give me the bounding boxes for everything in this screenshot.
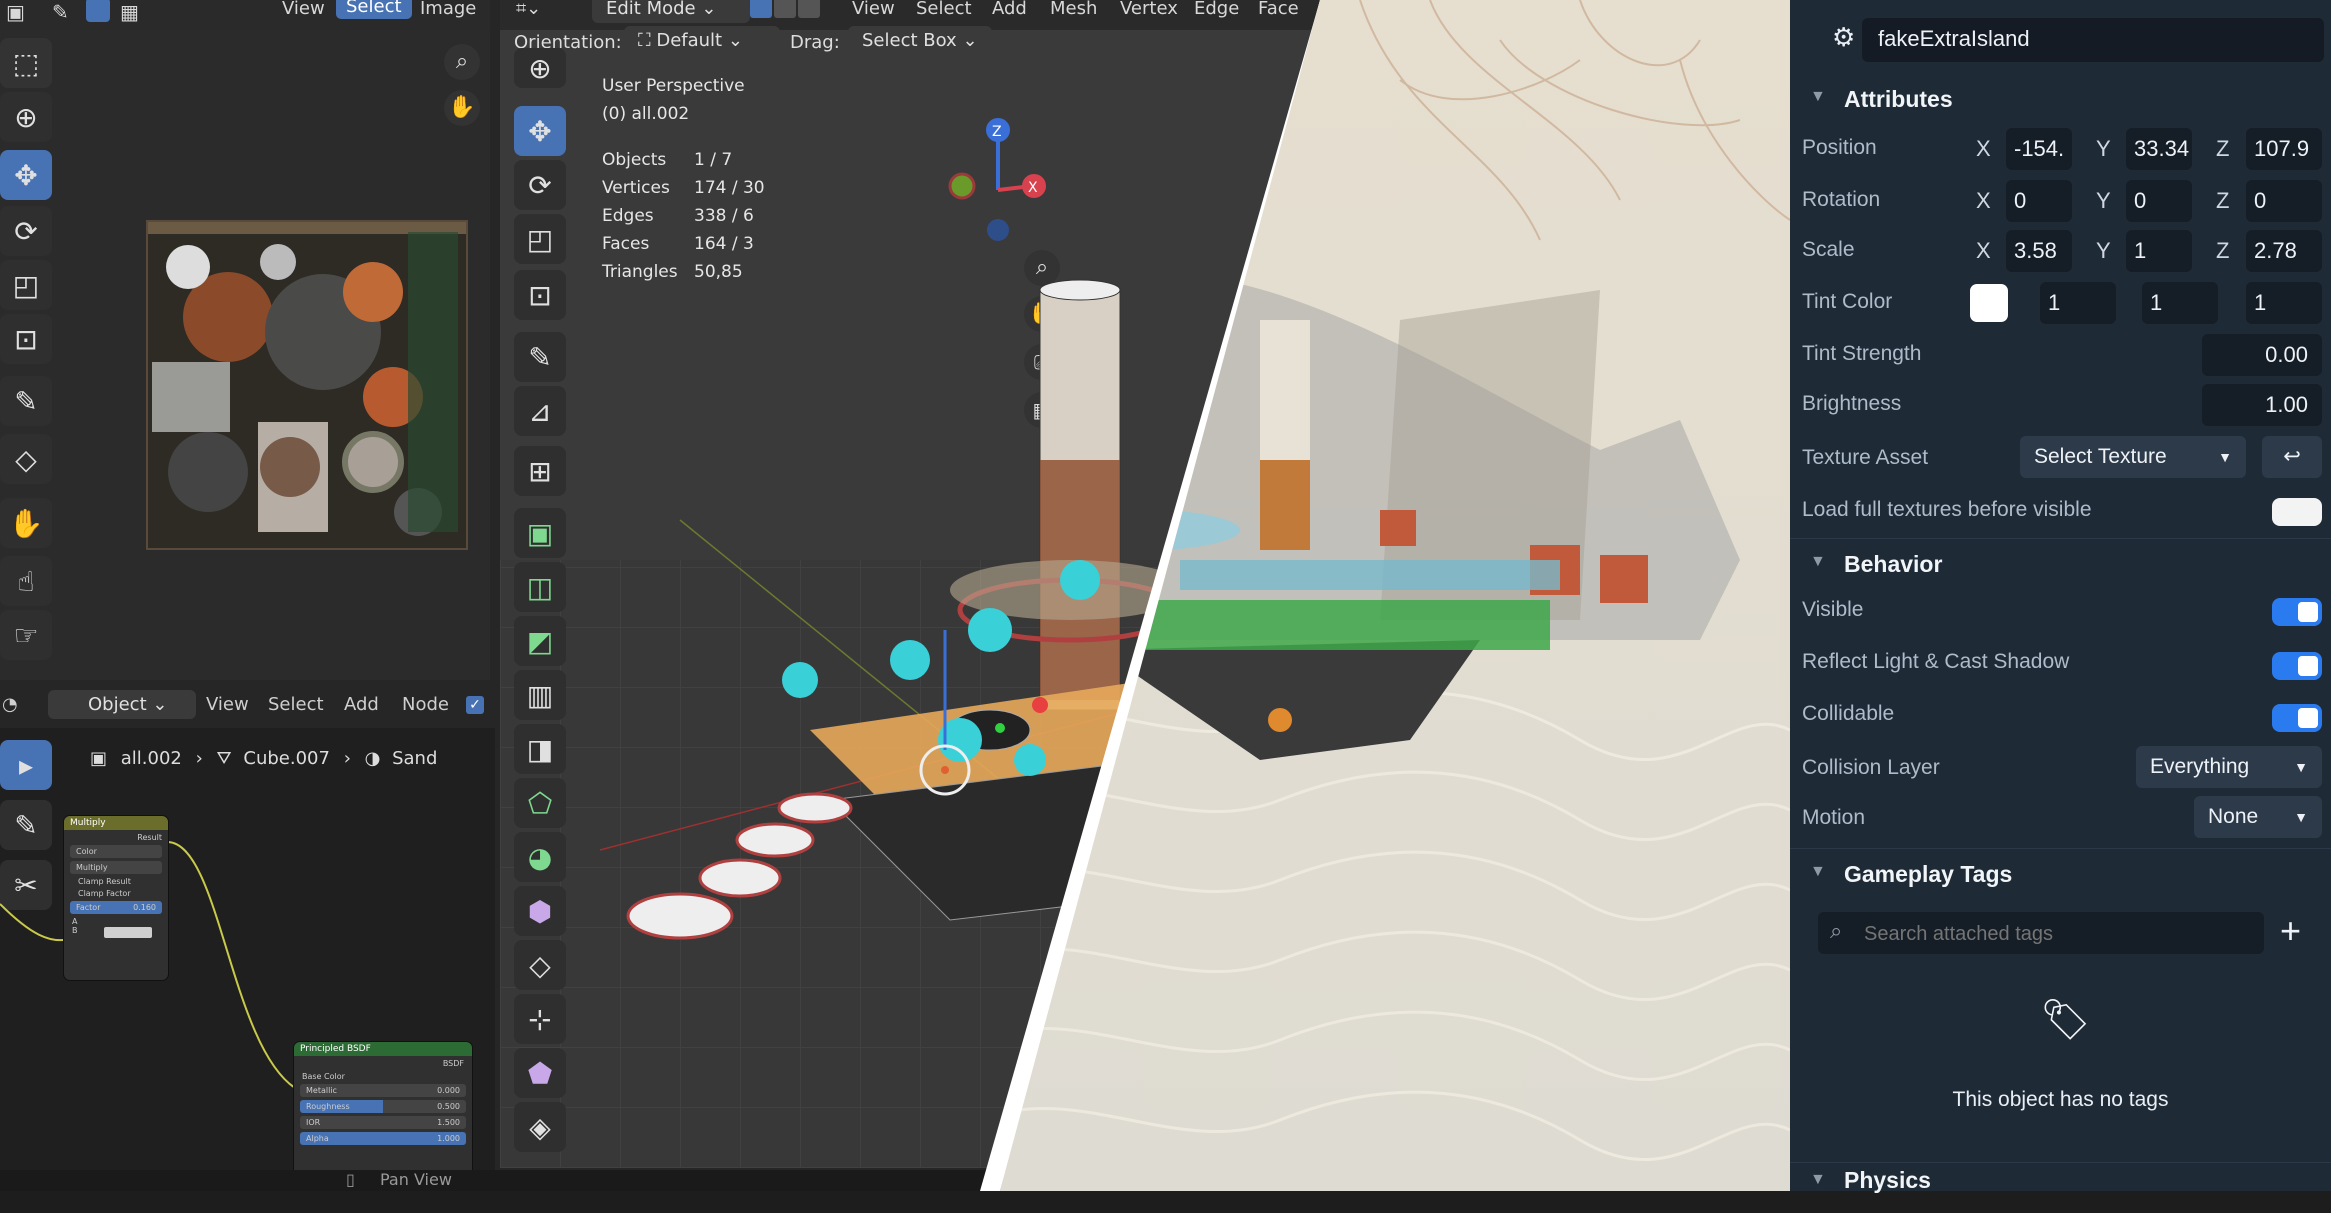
collapse-triangle-icon: ▼ (1810, 863, 1826, 880)
collidable-label: Collidable (1802, 702, 1895, 725)
axis-x-label: X (1976, 188, 1991, 213)
object-icon: ⚙ (1832, 22, 1856, 52)
section-attributes-title: Attributes (1844, 86, 1953, 112)
caret-down-icon: ▼ (2294, 759, 2308, 775)
texture-asset-value: Select Texture (2034, 445, 2167, 468)
motion-value: None (2208, 805, 2259, 828)
add-tag-button[interactable]: + (2280, 910, 2301, 952)
motion-label: Motion (1802, 806, 1866, 829)
rotation-label: Rotation (1802, 188, 1881, 211)
axis-x-label: X (1976, 136, 1991, 161)
section-gameplay-tags[interactable]: ▼ Gameplay Tags (1790, 848, 2331, 899)
tag-search-field[interactable]: ⌕ (1818, 912, 2264, 954)
visible-row: Visible (1790, 594, 2331, 630)
section-physics[interactable]: ▼ Physics (1790, 1162, 2331, 1213)
axis-y-label: Y (2096, 238, 2111, 263)
position-y-input[interactable]: 33.34 (2126, 128, 2192, 170)
collapse-triangle-icon: ▼ (1810, 88, 1826, 105)
collision-layer-row: Collision Layer Everything ▼ (1790, 746, 2331, 790)
tint-color-label: Tint Color (1802, 290, 1893, 313)
section-gameplay-tags-title: Gameplay Tags (1844, 861, 2013, 887)
tint-color-g-input[interactable]: 1 (2142, 282, 2218, 324)
texture-asset-row: Texture Asset Select Texture ▼ ↩ (1790, 436, 2331, 480)
axis-x-label: X (1976, 238, 1991, 263)
rotation-y-input[interactable]: 0 (2126, 180, 2192, 222)
tint-strength-row: Tint Strength 0.00 (1790, 334, 2331, 376)
visible-toggle[interactable] (2272, 598, 2322, 626)
tint-color-r-input[interactable]: 1 (2040, 282, 2116, 324)
collapse-triangle-icon: ▼ (1810, 1171, 1826, 1188)
texture-reset-button[interactable]: ↩ (2262, 436, 2322, 478)
position-row: Position X -154. Y 33.34 Z 107.9 (1790, 128, 2331, 170)
reflect-light-label: Reflect Light & Cast Shadow (1802, 650, 2070, 673)
reflect-light-toggle[interactable] (2272, 652, 2322, 680)
texture-asset-label: Texture Asset (1802, 446, 1929, 469)
properties-panel: ⚙ fakeExtraIsland ▼ Attributes Position … (1790, 0, 2331, 1193)
motion-row: Motion None ▼ (1790, 796, 2331, 840)
caret-down-icon: ▼ (2218, 449, 2232, 465)
object-name-input[interactable]: fakeExtraIsland (1862, 18, 2324, 62)
reflect-light-row: Reflect Light & Cast Shadow (1790, 646, 2331, 682)
brightness-label: Brightness (1802, 392, 1902, 415)
rotation-x-input[interactable]: 0 (2006, 180, 2072, 222)
collision-layer-value: Everything (2150, 755, 2250, 778)
visible-label: Visible (1802, 598, 1864, 621)
tint-color-swatch[interactable] (1970, 284, 2008, 322)
position-z-input[interactable]: 107.9 (2246, 128, 2322, 170)
position-x-input[interactable]: -154. (2006, 128, 2072, 170)
caret-down-icon: ▼ (2294, 809, 2308, 825)
scale-y-input[interactable]: 1 (2126, 230, 2192, 272)
brightness-row: Brightness 1.00 (1790, 384, 2331, 426)
scale-label: Scale (1802, 238, 1855, 261)
scale-row: Scale X 3.58 Y 1 Z 2.78 (1790, 230, 2331, 272)
collidable-toggle[interactable] (2272, 704, 2322, 732)
tag-icon: 🏷 (2040, 998, 2091, 1042)
collapse-triangle-icon: ▼ (1810, 553, 1826, 570)
tint-color-b-input[interactable]: 1 (2246, 282, 2322, 324)
collidable-row: Collidable (1790, 698, 2331, 734)
load-full-textures-toggle[interactable] (2272, 498, 2322, 526)
tint-strength-input[interactable]: 0.00 (2202, 334, 2322, 376)
no-tags-message: This object has no tags (1952, 1088, 2169, 1111)
scale-x-input[interactable]: 3.58 (2006, 230, 2072, 272)
scale-z-input[interactable]: 2.78 (2246, 230, 2322, 272)
section-behavior[interactable]: ▼ Behavior (1790, 538, 2331, 589)
search-icon: ⌕ (1830, 918, 1843, 943)
rotation-row: Rotation X 0 Y 0 Z 0 (1790, 180, 2331, 222)
tint-strength-label: Tint Strength (1802, 342, 1922, 365)
axis-y-label: Y (2096, 136, 2111, 161)
texture-asset-dropdown[interactable]: Select Texture ▼ (2020, 436, 2246, 478)
collision-layer-label: Collision Layer (1802, 756, 1940, 779)
section-attributes[interactable]: ▼ Attributes (1790, 76, 2331, 126)
brightness-input[interactable]: 1.00 (2202, 384, 2322, 426)
undo-icon: ↩ (2283, 445, 2301, 468)
axis-z-label: Z (2216, 136, 2230, 161)
tag-search-input[interactable] (1862, 918, 2256, 950)
axis-z-label: Z (2216, 188, 2230, 213)
axis-y-label: Y (2096, 188, 2111, 213)
position-label: Position (1802, 136, 1877, 159)
section-behavior-title: Behavior (1844, 551, 1943, 577)
collision-layer-dropdown[interactable]: Everything ▼ (2136, 746, 2322, 788)
load-full-textures-row: Load full textures before visible (1790, 494, 2331, 528)
object-header: ⚙ fakeExtraIsland (1790, 0, 2331, 74)
section-physics-title: Physics (1844, 1167, 1931, 1193)
motion-dropdown[interactable]: None ▼ (2194, 796, 2322, 838)
tint-color-row: Tint Color 1 1 1 (1790, 282, 2331, 324)
load-full-textures-label: Load full textures before visible (1802, 498, 2092, 521)
axis-z-label: Z (2216, 238, 2230, 263)
rotation-z-input[interactable]: 0 (2246, 180, 2322, 222)
